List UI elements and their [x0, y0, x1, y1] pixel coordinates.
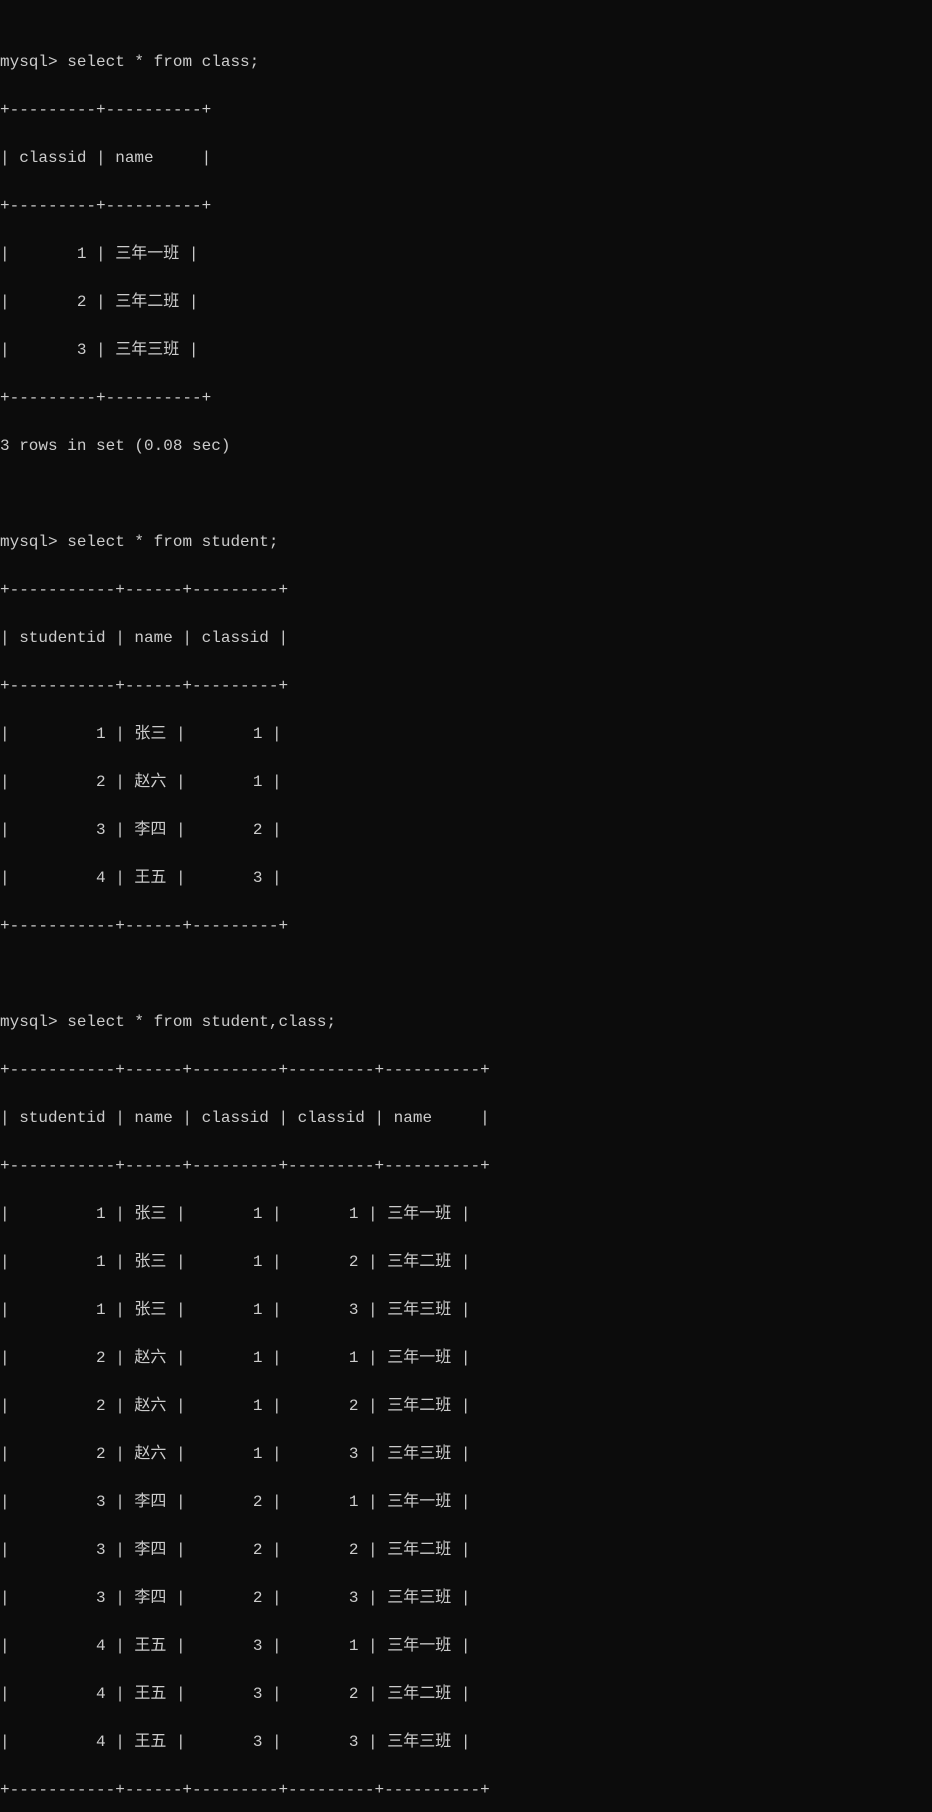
- blank-2: [0, 962, 932, 986]
- tbl-3-row-4: | 2 | 赵六 | 1 | 2 | 三年二班 |: [0, 1394, 932, 1418]
- tbl-1-sep-mid: +---------+----------+: [0, 194, 932, 218]
- tbl-2-sep-bot: +-----------+------+---------+: [0, 914, 932, 938]
- line-prompt-1[interactable]: mysql> select * from class;: [0, 50, 932, 74]
- tbl-1-header: | classid | name |: [0, 146, 932, 170]
- prompt-1: mysql>: [0, 53, 58, 71]
- tbl-1-sep-top: +---------+----------+: [0, 98, 932, 122]
- tbl-2-row-2: | 3 | 李四 | 2 |: [0, 818, 932, 842]
- prompt-2: mysql>: [0, 533, 58, 551]
- tbl-1-row-2: | 3 | 三年三班 |: [0, 338, 932, 362]
- tbl-2-row-0: | 1 | 张三 | 1 |: [0, 722, 932, 746]
- line-prompt-3[interactable]: mysql> select * from student,class;: [0, 1010, 932, 1034]
- tbl-3-row-9: | 4 | 王五 | 3 | 1 | 三年一班 |: [0, 1634, 932, 1658]
- query-1: select * from class;: [67, 53, 259, 71]
- tbl-3-header: | studentid | name | classid | classid |…: [0, 1106, 932, 1130]
- tbl-3-row-10: | 4 | 王五 | 3 | 2 | 三年二班 |: [0, 1682, 932, 1706]
- tbl-3-row-7: | 3 | 李四 | 2 | 2 | 三年二班 |: [0, 1538, 932, 1562]
- tbl-3-row-5: | 2 | 赵六 | 1 | 3 | 三年三班 |: [0, 1442, 932, 1466]
- tbl-3-sep-bot: +-----------+------+---------+---------+…: [0, 1778, 932, 1802]
- tbl-3-row-11: | 4 | 王五 | 3 | 3 | 三年三班 |: [0, 1730, 932, 1754]
- tbl-2-header: | studentid | name | classid |: [0, 626, 932, 650]
- tbl-1-sep-bot: +---------+----------+: [0, 386, 932, 410]
- tbl-3-row-6: | 3 | 李四 | 2 | 1 | 三年一班 |: [0, 1490, 932, 1514]
- tbl-3-sep-top: +-----------+------+---------+---------+…: [0, 1058, 932, 1082]
- tbl-2-sep-top: +-----------+------+---------+: [0, 578, 932, 602]
- tbl-3-row-0: | 1 | 张三 | 1 | 1 | 三年一班 |: [0, 1202, 932, 1226]
- tbl-2-row-1: | 2 | 赵六 | 1 |: [0, 770, 932, 794]
- query-2: select * from student;: [67, 533, 278, 551]
- tbl-3-row-8: | 3 | 李四 | 2 | 3 | 三年三班 |: [0, 1586, 932, 1610]
- tbl-3-row-2: | 1 | 张三 | 1 | 3 | 三年三班 |: [0, 1298, 932, 1322]
- prompt-3: mysql>: [0, 1013, 58, 1031]
- tbl-1-row-0: | 1 | 三年一班 |: [0, 242, 932, 266]
- tbl-2-row-3: | 4 | 王五 | 3 |: [0, 866, 932, 890]
- tbl-1-summary: 3 rows in set (0.08 sec): [0, 434, 932, 458]
- blank-1: [0, 482, 932, 506]
- tbl-3-row-3: | 2 | 赵六 | 1 | 1 | 三年一班 |: [0, 1346, 932, 1370]
- tbl-1-row-1: | 2 | 三年二班 |: [0, 290, 932, 314]
- tbl-3-sep-mid: +-----------+------+---------+---------+…: [0, 1154, 932, 1178]
- line-prompt-2[interactable]: mysql> select * from student;: [0, 530, 932, 554]
- query-3: select * from student,class;: [67, 1013, 336, 1031]
- tbl-3-row-1: | 1 | 张三 | 1 | 2 | 三年二班 |: [0, 1250, 932, 1274]
- mysql-terminal: mysql> select * from class; +---------+-…: [0, 24, 932, 1812]
- tbl-2-sep-mid: +-----------+------+---------+: [0, 674, 932, 698]
